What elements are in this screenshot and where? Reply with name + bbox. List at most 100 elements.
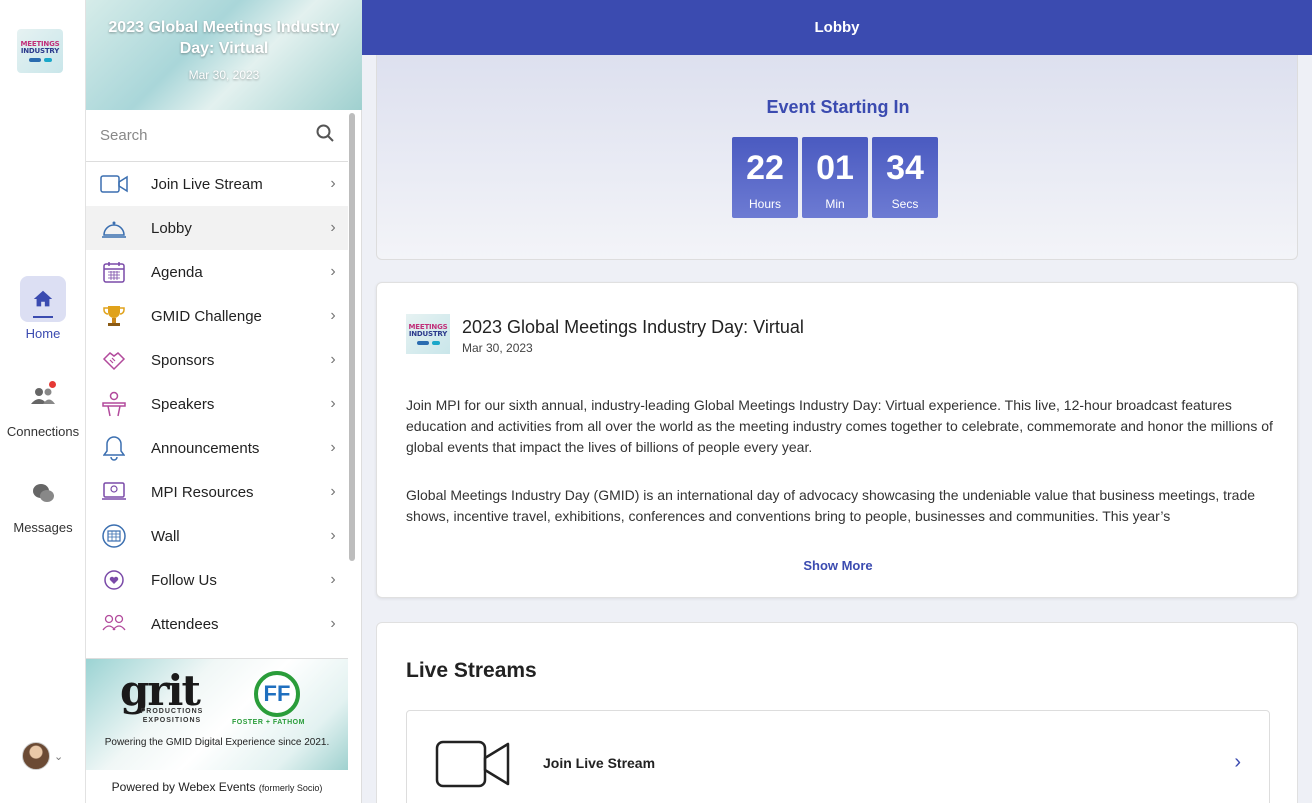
sidebar-item-announcements[interactable]: Announcements › (86, 426, 348, 470)
rail-home[interactable]: Home (0, 276, 86, 341)
powered-by-footer[interactable]: Powered by Webex Events (formerly Socio) (86, 771, 348, 803)
sidebar-item-label: Join Live Stream (151, 175, 263, 193)
chevron-right-icon: › (1234, 751, 1241, 773)
video-camera-icon (435, 739, 511, 794)
sidebar-item-label: Sponsors (151, 351, 215, 369)
search-bar[interactable]: Search (86, 110, 348, 162)
grit-logo-subtitle: PRODUCTIONS EXPOSITIONS (140, 708, 204, 724)
foster-fathom-logo: FF (254, 671, 300, 717)
logo-mark (416, 340, 440, 345)
chevron-right-icon: › (330, 263, 336, 280)
chevron-right-icon: › (330, 219, 336, 236)
page-title-bar: Lobby (362, 0, 1312, 55)
sponsor-banner[interactable]: grit PRODUCTIONS EXPOSITIONS FF FOSTER +… (86, 658, 348, 770)
chevron-right-icon: › (330, 307, 336, 324)
timer-hours: 22 Hours (732, 137, 798, 218)
sidebar-event-title: 2023 Global Meetings Industry Day: Virtu… (108, 19, 340, 57)
logo-word-industry: INDUSTRY (408, 329, 448, 338)
event-sidebar: 2023 Global Meetings Industry Day: Virtu… (86, 0, 362, 803)
timer-unit: Hours (748, 197, 781, 211)
video-camera-icon (100, 170, 128, 198)
chevron-down-icon: ⌄ (54, 750, 64, 763)
calendar-icon (100, 258, 128, 286)
sidebar-item-label: Speakers (151, 395, 215, 413)
chat-bubbles-icon (20, 470, 66, 516)
chevron-right-icon: › (330, 351, 336, 368)
left-rail: MEETINGS INDUSTRY Home Connections Messa… (0, 0, 86, 803)
join-live-stream-row[interactable]: Join Live Stream › (406, 710, 1270, 803)
event-title: 2023 Global Meetings Industry Day: Virtu… (462, 317, 804, 337)
handshake-icon (100, 346, 128, 374)
sidebar-scrollbar[interactable] (349, 113, 355, 561)
event-logo: MEETINGS INDUSTRY (406, 314, 450, 354)
show-more-button[interactable]: Show More (377, 558, 1299, 573)
event-logo[interactable]: MEETINGS INDUSTRY (17, 29, 63, 73)
sidebar-item-gmid-challenge[interactable]: GMID Challenge › (86, 294, 348, 338)
sidebar-item-label: MPI Resources (151, 483, 254, 501)
sidebar-item-speakers[interactable]: Speakers › (86, 382, 348, 426)
page-title: Lobby (814, 19, 860, 36)
sidebar-item-label: Wall (151, 527, 180, 545)
grit-logo-text: grit (120, 666, 201, 715)
wall-icon (100, 522, 128, 550)
chevron-right-icon: › (330, 439, 336, 456)
timer-unit: Min (825, 197, 845, 211)
timer-value: 22 (746, 149, 784, 187)
sidebar-item-lobby[interactable]: Lobby › (86, 206, 348, 250)
avatar (22, 742, 50, 770)
sidebar-header: 2023 Global Meetings Industry Day: Virtu… (86, 0, 362, 110)
chevron-right-icon: › (330, 483, 336, 500)
sidebar-item-label: GMID Challenge (151, 307, 262, 325)
timer-value: 34 (886, 149, 924, 187)
live-streams-title: Live Streams (406, 659, 537, 682)
sidebar-item-label: Attendees (151, 615, 219, 633)
rail-connections-label: Connections (6, 424, 80, 439)
countdown-timer: 22 Hours 01 Min 34 Secs (732, 137, 938, 218)
sidebar-item-label: Announcements (151, 439, 260, 457)
sidebar-item-label: Agenda (151, 263, 203, 281)
timer-minutes: 01 Min (802, 137, 868, 218)
notification-dot (49, 381, 56, 388)
bell-icon (100, 434, 128, 462)
sidebar-menu: Join Live Stream › Lobby › Agenda › GMID… (86, 162, 348, 658)
event-description: Join MPI for our sixth annual, industry-… (406, 397, 1273, 455)
sidebar-item-attendees[interactable]: Attendees › (86, 602, 348, 646)
rail-messages[interactable]: Messages (0, 470, 86, 535)
countdown-card: Event Starting In 22 Hours 01 Min 34 Sec… (376, 55, 1298, 260)
search-input[interactable]: Search (100, 127, 316, 144)
podium-speaker-icon (100, 390, 128, 418)
powered-by-text: Powered by Webex Events (111, 780, 256, 794)
chevron-right-icon: › (330, 527, 336, 544)
sidebar-item-sponsors[interactable]: Sponsors › (86, 338, 348, 382)
countdown-title: Event Starting In (766, 97, 910, 117)
timer-unit: Secs (891, 197, 919, 211)
chevron-right-icon: › (330, 571, 336, 588)
chevron-right-icon: › (330, 175, 336, 192)
join-live-stream-label: Join Live Stream (543, 755, 656, 771)
logo-mark (28, 57, 52, 62)
live-streams-card: Live Streams Join Live Stream › (376, 622, 1298, 803)
service-bell-icon (100, 214, 128, 242)
sidebar-item-follow-us[interactable]: Follow Us › (86, 558, 348, 602)
trophy-icon (100, 302, 128, 330)
rail-messages-label: Messages (13, 520, 73, 535)
chevron-right-icon: › (330, 615, 336, 632)
sidebar-item-wall[interactable]: Wall › (86, 514, 348, 558)
search-icon[interactable] (316, 124, 334, 147)
sponsor-tagline: Powering the GMID Digital Experience sin… (104, 737, 330, 748)
event-date: Mar 30, 2023 (462, 341, 533, 355)
chevron-right-icon: › (330, 395, 336, 412)
sidebar-item-label: Follow Us (151, 571, 217, 589)
sidebar-item-join-live-stream[interactable]: Join Live Stream › (86, 162, 348, 206)
rail-connections[interactable]: Connections (0, 374, 86, 439)
profile-menu[interactable]: ⌄ (22, 742, 63, 770)
heart-circle-icon (100, 566, 128, 594)
sidebar-item-label: Lobby (151, 219, 192, 237)
foster-fathom-name: FOSTER + FATHOM (232, 719, 305, 726)
resources-icon (100, 478, 128, 506)
logo-word-industry: INDUSTRY (20, 46, 60, 55)
sidebar-item-mpi-resources[interactable]: MPI Resources › (86, 470, 348, 514)
rail-home-label: Home (25, 326, 61, 341)
timer-seconds: 34 Secs (872, 137, 938, 218)
sidebar-item-agenda[interactable]: Agenda › (86, 250, 348, 294)
